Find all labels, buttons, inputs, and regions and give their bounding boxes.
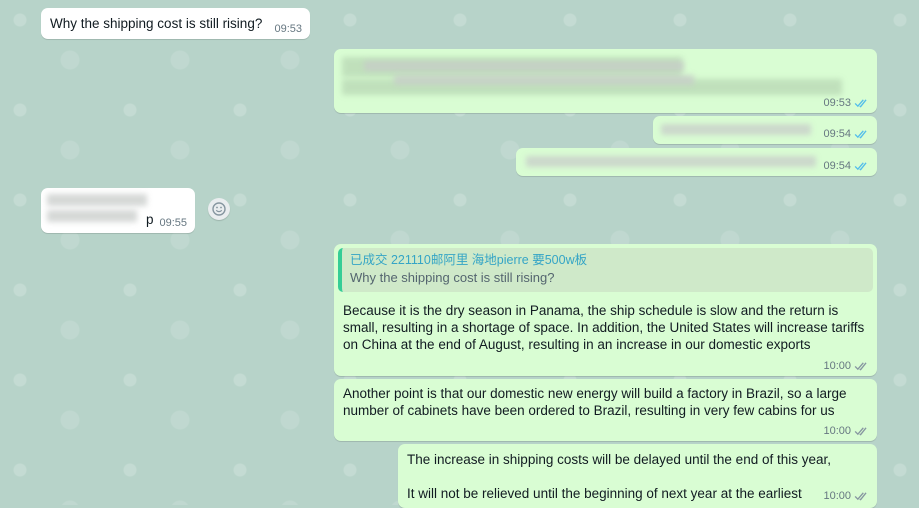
message-time: 09:55 xyxy=(159,217,187,229)
message-meta: 09:53 xyxy=(823,97,869,109)
message-outgoing[interactable]: 已成交 221110邮阿里 海地pierre 要500w板 Why the sh… xyxy=(334,244,877,376)
message-text: Because it is the dry season in Panama, … xyxy=(343,303,869,352)
message-meta: 09:54 xyxy=(823,128,869,140)
message-outgoing[interactable]: 09:53 xyxy=(334,49,877,113)
message-incoming[interactable]: Why the shipping cost is still rising? 0… xyxy=(41,8,310,39)
double-check-icon xyxy=(854,492,867,501)
message-meta: 09:54 xyxy=(823,160,869,172)
message-time: 09:54 xyxy=(823,128,851,140)
message-text: Another point is that our domestic new e… xyxy=(343,386,851,418)
quoted-message[interactable]: 已成交 221110邮阿里 海地pierre 要500w板 Why the sh… xyxy=(338,248,873,292)
message-meta: 10:00 xyxy=(823,425,869,437)
emoji-icon[interactable] xyxy=(208,198,230,220)
message-outgoing[interactable]: 09:54 xyxy=(516,148,877,176)
message-text: The increase in shipping costs will be d… xyxy=(407,452,831,501)
redacted-text xyxy=(47,194,147,206)
message-time: 09:54 xyxy=(823,160,851,172)
message-meta: 09:55 xyxy=(159,217,187,229)
message-time: 10:00 xyxy=(823,360,851,372)
message-outgoing[interactable]: Another point is that our domestic new e… xyxy=(334,379,877,441)
message-text: Why the shipping cost is still rising? xyxy=(50,16,263,31)
message-outgoing[interactable]: The increase in shipping costs will be d… xyxy=(398,444,877,508)
double-check-icon xyxy=(854,99,867,108)
quote-author: 已成交 221110邮阿里 海地pierre 要500w板 xyxy=(350,253,588,267)
message-outgoing[interactable]: 09:54 xyxy=(653,116,877,144)
message-meta: 10:00 xyxy=(823,490,869,502)
quote-text: Why the shipping cost is still rising? xyxy=(350,270,555,285)
redacted-text xyxy=(47,210,137,222)
redacted-text xyxy=(394,75,694,85)
double-check-icon xyxy=(854,130,867,139)
message-time: 10:00 xyxy=(823,425,851,437)
double-check-icon xyxy=(854,162,867,171)
message-meta: 09:53 xyxy=(274,23,302,35)
message-meta: 10:00 xyxy=(823,360,869,372)
message-time: 10:00 xyxy=(823,490,851,502)
redacted-text xyxy=(364,61,684,71)
message-time: 09:53 xyxy=(823,97,851,109)
message-time: 09:53 xyxy=(274,23,302,35)
redacted-text xyxy=(661,124,811,135)
redacted-text xyxy=(526,156,816,167)
double-check-icon xyxy=(854,362,867,371)
double-check-icon xyxy=(854,427,867,436)
message-incoming[interactable]: p 09:55 xyxy=(41,188,195,233)
message-text: p xyxy=(146,212,154,227)
